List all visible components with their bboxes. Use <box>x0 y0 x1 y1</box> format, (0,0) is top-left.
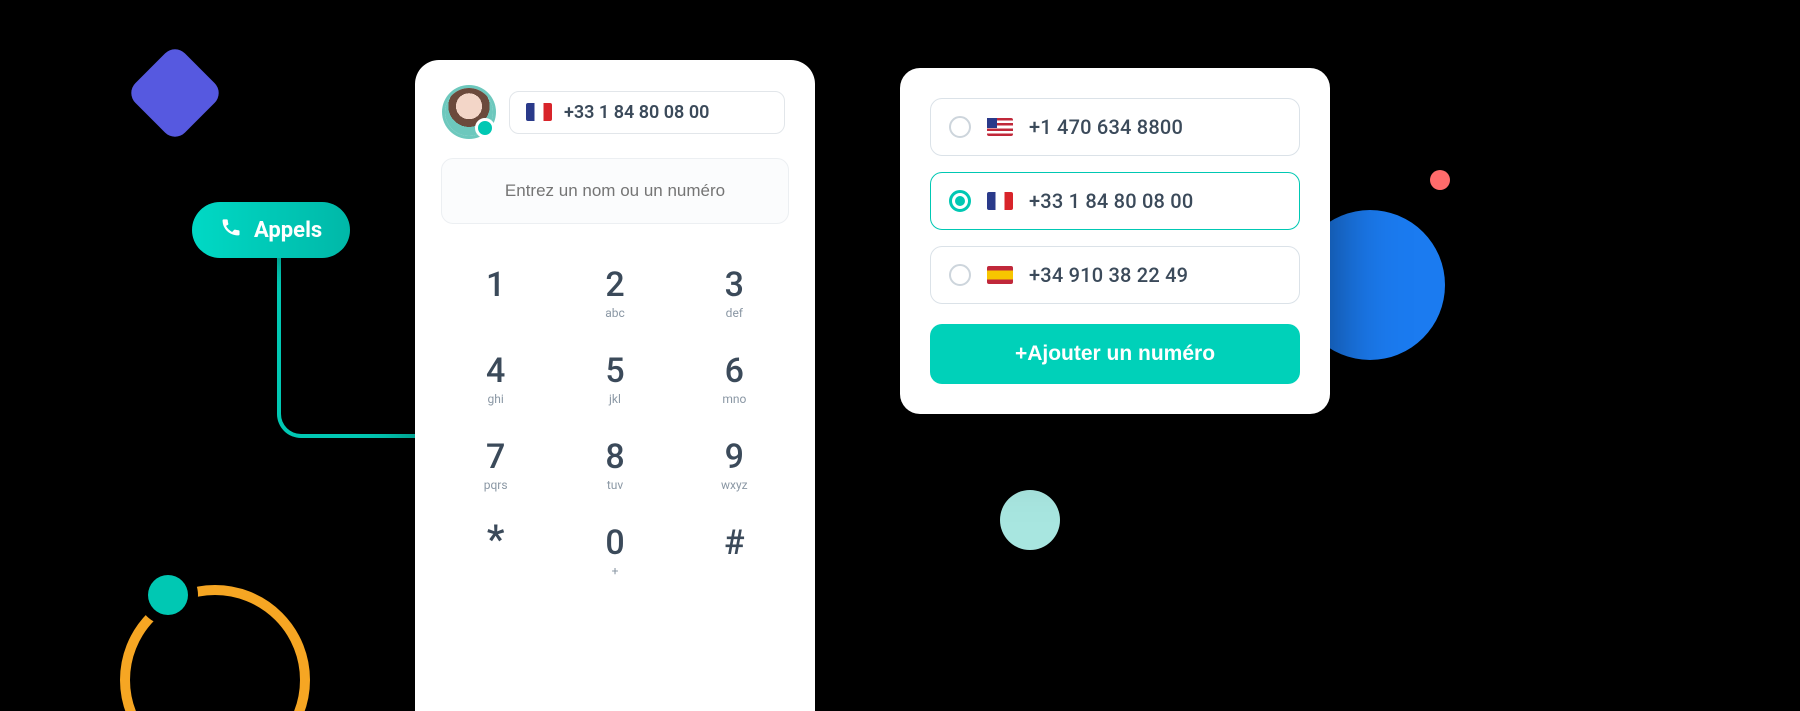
calls-badge-label: Appels <box>254 218 322 243</box>
dialpad-key-letters: ghi <box>488 392 504 406</box>
dialpad-key-letters: + <box>612 564 619 578</box>
dialpad-key-letters: abc <box>605 306 625 320</box>
dialpad-key-digit: 7 <box>486 440 505 474</box>
calls-badge[interactable]: Appels <box>192 202 350 258</box>
radio-icon <box>949 116 971 138</box>
radio-icon <box>949 190 971 212</box>
dialpad-key-1[interactable]: 1 <box>441 268 550 320</box>
number-option[interactable]: +1 470 634 8800 <box>930 98 1300 156</box>
number-option-text: +33 1 84 80 08 00 <box>1029 189 1193 213</box>
dialpad-key-digit: 2 <box>605 268 624 302</box>
decorative-diamond <box>126 44 225 143</box>
decorative-dot-teal <box>148 575 188 615</box>
dialpad-key-digit: 1 <box>486 268 505 302</box>
radio-icon <box>949 264 971 286</box>
dialpad-key-letters: wxyz <box>721 478 748 492</box>
number-option[interactable]: +34 910 38 22 49 <box>930 246 1300 304</box>
number-option[interactable]: +33 1 84 80 08 00 <box>930 172 1300 230</box>
current-number-pill[interactable]: +33 1 84 80 08 00 <box>509 91 785 134</box>
dialpad-key-9[interactable]: 9 wxyz <box>680 440 789 492</box>
dialpad-key-digit: 6 <box>725 354 744 388</box>
dialpad-key-3[interactable]: 3 def <box>680 268 789 320</box>
flag-france-icon <box>526 103 552 121</box>
dialpad-key-digit: 8 <box>605 440 624 474</box>
dialpad-key-letters: tuv <box>607 478 623 492</box>
dialpad-key-letters: mno <box>722 392 746 406</box>
current-number-text: +33 1 84 80 08 00 <box>564 102 709 123</box>
number-option-text: +34 910 38 22 49 <box>1029 263 1188 287</box>
number-option-text: +1 470 634 8800 <box>1029 115 1183 139</box>
dialpad-key-letters: def <box>726 306 743 320</box>
dialpad-key-letters: jkl <box>609 392 621 406</box>
dialpad-key-digit: 9 <box>725 440 744 474</box>
add-number-button[interactable]: +Ajouter un numéro <box>930 324 1300 384</box>
dialpad: 12abc3def4ghi5jkl6mno7pqrs8tuv9wxyz*0+# <box>441 268 789 578</box>
dialpad-key-digit: * <box>487 526 505 554</box>
dialpad-key-digit: 3 <box>725 268 744 302</box>
decorative-ring-orange <box>120 585 310 711</box>
dialer-header: +33 1 84 80 08 00 <box>441 88 789 158</box>
dialpad-key-7[interactable]: 7 pqrs <box>441 440 550 492</box>
decorative-circle-teal-light <box>1000 490 1060 550</box>
phone-icon <box>220 216 242 244</box>
dialpad-key-5[interactable]: 5 jkl <box>560 354 669 406</box>
dialpad-key-2[interactable]: 2 abc <box>560 268 669 320</box>
flag-es-icon <box>987 266 1013 284</box>
dialpad-key-0[interactable]: 0+ <box>560 526 669 578</box>
dialpad-key-4[interactable]: 4 ghi <box>441 354 550 406</box>
dialpad-key-digit: # <box>724 526 745 560</box>
flag-fr-icon <box>987 192 1013 210</box>
dialpad-key-8[interactable]: 8 tuv <box>560 440 669 492</box>
numbers-card: +1 470 634 8800 +33 1 84 80 08 00 +34 910 … <box>900 68 1330 414</box>
dialer-panel: +33 1 84 80 08 00 1 2 abc 3 def 4 ghi 5 jkl 6 mno 7… <box>415 60 815 711</box>
dialpad-key-digit: 4 <box>486 354 505 388</box>
dialpad-key-digit: 0 <box>605 526 624 560</box>
connector-line <box>277 258 417 438</box>
dialpad-key-letters: pqrs <box>484 478 508 492</box>
dialpad-key-hash[interactable]: # <box>680 526 789 578</box>
dialpad-key-digit: 5 <box>605 354 624 388</box>
dialpad-key-6[interactable]: 6 mno <box>680 354 789 406</box>
avatar[interactable] <box>445 88 493 136</box>
dialpad-key-star[interactable]: * <box>441 526 550 578</box>
flag-us-icon <box>987 118 1013 136</box>
decorative-dot-red <box>1430 170 1450 190</box>
search-input[interactable] <box>441 158 789 224</box>
